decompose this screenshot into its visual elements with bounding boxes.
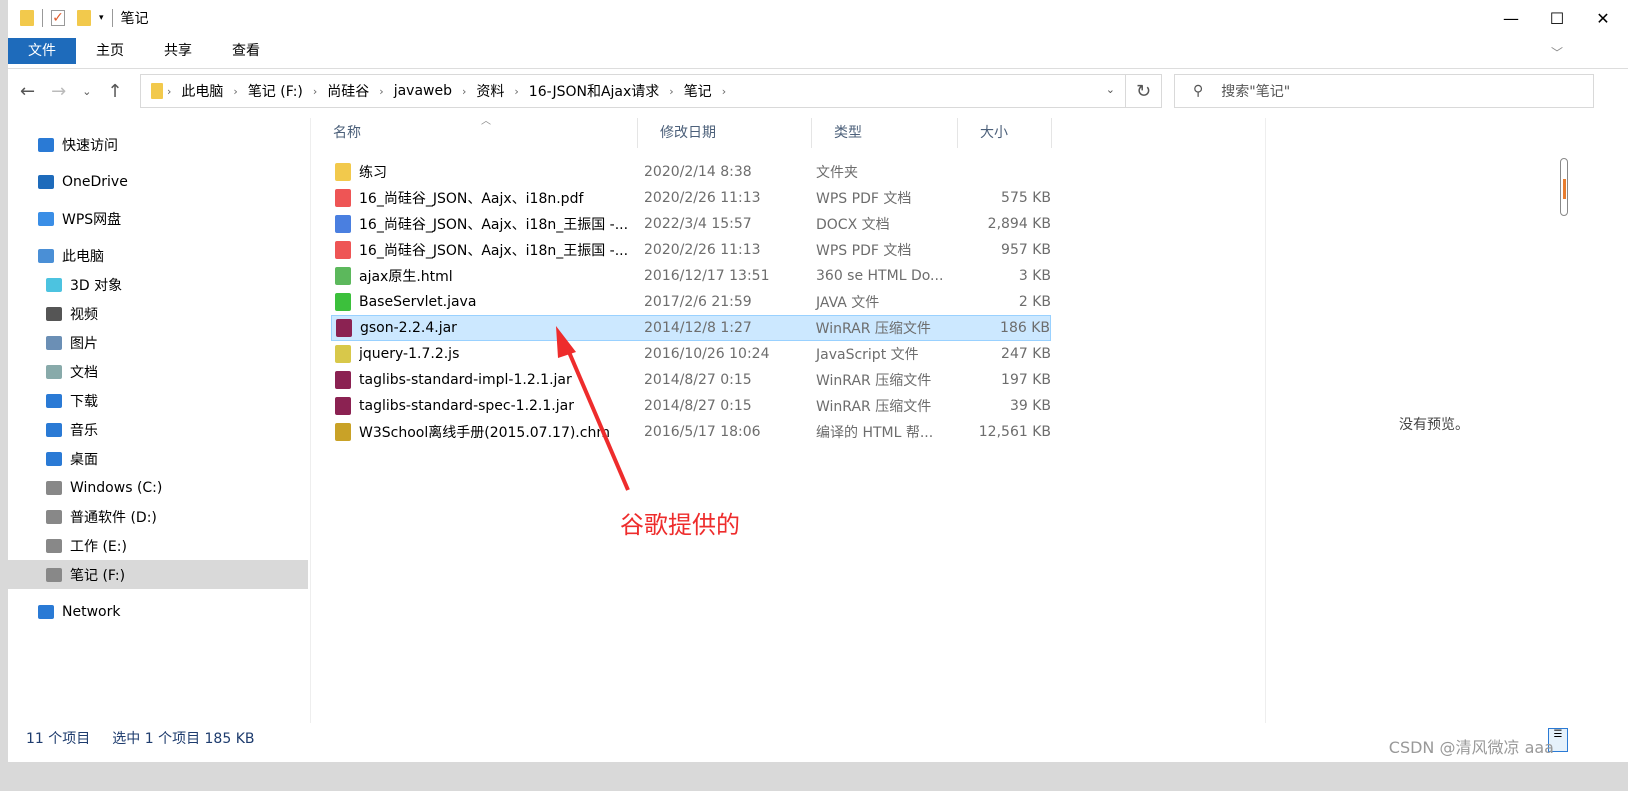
annotation-arrow — [556, 326, 630, 491]
annotation-text: 谷歌提供的 — [620, 511, 740, 539]
watermark: CSDN @清风微凉 aaa — [1388, 738, 1554, 757]
